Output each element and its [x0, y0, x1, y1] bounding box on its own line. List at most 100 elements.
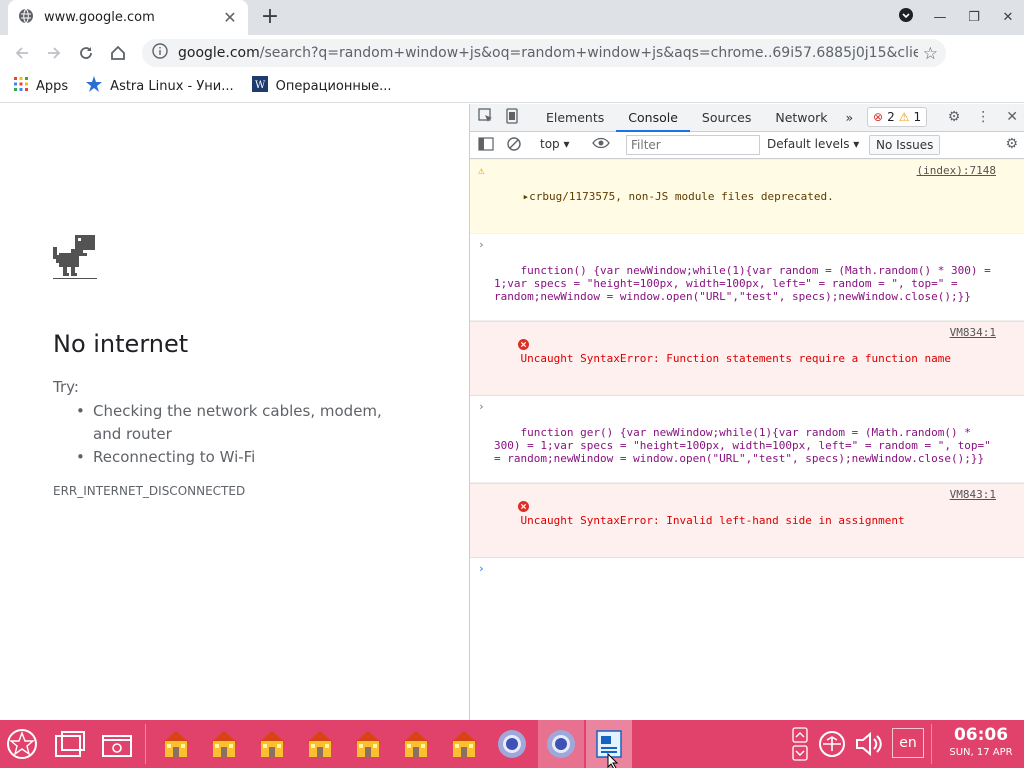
page-content: No internet Try: Checking the network ca…: [0, 104, 469, 720]
sidebar-toggle-icon[interactable]: [478, 137, 494, 154]
console-input-row: › function() {var newWindow;while(1){var…: [470, 234, 1024, 321]
devtools-actions: ⚙ ⋮ ✕: [948, 109, 1018, 125]
taskbar-divider: [145, 724, 146, 764]
list-item: Checking the network cables, modem, and …: [76, 400, 413, 446]
home-folder-icon[interactable]: [446, 726, 482, 762]
context-select[interactable]: top ▾: [540, 137, 570, 151]
url-text[interactable]: google.com/search?q=random+window+js&oq=…: [178, 45, 918, 61]
tab-sources[interactable]: Sources: [690, 104, 763, 132]
input-chevron-icon: ›: [478, 238, 485, 251]
input-chevron-icon: ›: [478, 400, 485, 413]
home-folder-icon[interactable]: [302, 726, 338, 762]
bookmark-label: Astra Linux - Уни...: [110, 78, 234, 94]
list-item: Reconnecting to Wi-Fi: [76, 446, 413, 469]
no-issues-button[interactable]: No Issues: [869, 135, 941, 155]
volume-icon[interactable]: [850, 726, 886, 762]
source-link[interactable]: (index):7148: [917, 164, 996, 177]
error-icon: [478, 326, 529, 366]
windows-overview-icon[interactable]: [52, 726, 88, 762]
console-error-row: Uncaught SyntaxError: Function statement…: [470, 321, 1024, 396]
window-close-icon[interactable]: ✕: [998, 10, 1018, 25]
devtools-tabbar: Elements Console Sources Network » ⊗ 2 ⚠…: [470, 104, 1024, 132]
devtools-panel: Elements Console Sources Network » ⊗ 2 ⚠…: [469, 104, 1024, 720]
tab-close-icon[interactable]: ✕: [222, 8, 238, 27]
devtools-close-icon[interactable]: ✕: [1006, 109, 1018, 125]
home-folder-icon[interactable]: [254, 726, 290, 762]
context-value: top: [540, 137, 560, 151]
minimize-icon[interactable]: —: [930, 10, 950, 25]
clear-console-icon[interactable]: [507, 137, 521, 154]
bookmark-astra-linux[interactable]: Astra Linux - Уни...: [86, 76, 234, 96]
error-count-icon: ⊗: [873, 110, 884, 124]
suggestion-list: Checking the network cables, modem, and …: [76, 400, 413, 469]
bookmark-apps[interactable]: Apps: [14, 77, 68, 95]
console-settings-gear-icon[interactable]: ⚙: [1005, 136, 1018, 152]
info-icon[interactable]: [152, 43, 168, 63]
console-error-row: Uncaught SyntaxError: Invalid left-hand …: [470, 483, 1024, 558]
chrome-active-icon[interactable]: [538, 720, 584, 768]
start-menu-icon[interactable]: [4, 726, 40, 762]
home-folder-icon[interactable]: [350, 726, 386, 762]
home-button[interactable]: [102, 37, 134, 69]
bookmark-label: Apps: [36, 78, 69, 94]
warning-icon: ⚠: [478, 164, 485, 177]
console-message: Uncaught SyntaxError: Function statement…: [520, 352, 951, 365]
bookmarks-bar: Apps Astra Linux - Уни... W Операционные…: [0, 70, 1024, 103]
home-folder-icon[interactable]: [398, 726, 434, 762]
forward-button[interactable]: [38, 37, 70, 69]
warning-count: 1: [913, 110, 922, 124]
source-link[interactable]: VM834:1: [950, 326, 996, 339]
bookmark-label: Операционные...: [275, 78, 392, 94]
apps-grid-icon: [14, 77, 28, 95]
back-button[interactable]: [6, 37, 38, 69]
console-prompt[interactable]: ›: [470, 558, 1024, 580]
expand-arrow-icon[interactable]: ▸: [521, 190, 530, 203]
tab-network[interactable]: Network: [763, 104, 839, 132]
log-levels-select[interactable]: Default levels ▾: [767, 137, 859, 151]
clock[interactable]: 06:06 SUN, 17 APR: [938, 724, 1024, 768]
more-tabs-icon[interactable]: »: [840, 104, 860, 132]
keyboard-layout-indicator[interactable]: en: [892, 728, 924, 758]
browser-tab[interactable]: www.google.com ✕: [8, 0, 248, 35]
new-tab-button[interactable]: +: [258, 6, 282, 30]
tray-scroll[interactable]: [789, 724, 811, 764]
taskbar-divider: [931, 724, 932, 764]
url-path: /search?q=random+window+js&oq=random+win…: [259, 45, 918, 61]
wiki-logo-icon: W: [251, 76, 268, 96]
settings-gear-icon[interactable]: ⚙: [948, 109, 961, 125]
clock-time: 06:06: [953, 725, 1009, 745]
globe-icon: [18, 8, 34, 28]
home-folder-icon[interactable]: [206, 726, 242, 762]
filter-input[interactable]: [626, 135, 760, 155]
bookmark-star-icon[interactable]: ☆: [923, 44, 938, 64]
restore-icon[interactable]: ❐: [964, 10, 984, 25]
cursor-arrow-icon: [607, 752, 619, 768]
url-host: google.com: [178, 45, 260, 61]
tab-search-icon[interactable]: [896, 7, 916, 27]
prompt-chevron-icon: ›: [478, 562, 485, 575]
devtools-menu-icon[interactable]: ⋮: [976, 109, 990, 125]
live-expression-eye-icon[interactable]: [592, 137, 610, 152]
address-bar[interactable]: google.com/search?q=random+window+js&oq=…: [142, 39, 946, 67]
inspect-element-icon[interactable]: [478, 108, 496, 127]
tab-console[interactable]: Console: [616, 104, 690, 132]
console-input-code: function() {var newWindow;while(1){var r…: [494, 264, 998, 303]
device-toolbar-icon[interactable]: [504, 108, 522, 127]
chrome-icon[interactable]: [494, 726, 530, 762]
source-link[interactable]: VM843:1: [950, 488, 996, 501]
tab-strip: www.google.com ✕ + — ❐ ✕: [0, 0, 1024, 35]
tab-elements[interactable]: Elements: [534, 104, 616, 132]
reload-button[interactable]: [70, 37, 102, 69]
taskbar: [0, 720, 1024, 768]
bookmark-os[interactable]: W Операционные...: [251, 76, 392, 96]
tab-title: www.google.com: [44, 10, 155, 25]
home-folder-icon[interactable]: [158, 726, 194, 762]
console-input-code: function ger() {var newWindow;while(1){v…: [494, 426, 998, 465]
dino-icon[interactable]: [53, 235, 97, 285]
error-icon: [478, 488, 529, 528]
console-toolbar: top ▾ Default levels ▾ No Issues ⚙: [470, 132, 1024, 159]
network-icon[interactable]: [814, 726, 850, 762]
desktop-show-icon[interactable]: [99, 726, 135, 762]
issues-counter[interactable]: ⊗ 2 ⚠ 1: [867, 107, 928, 127]
console-input-row: › function ger() {var newWindow;while(1)…: [470, 396, 1024, 483]
